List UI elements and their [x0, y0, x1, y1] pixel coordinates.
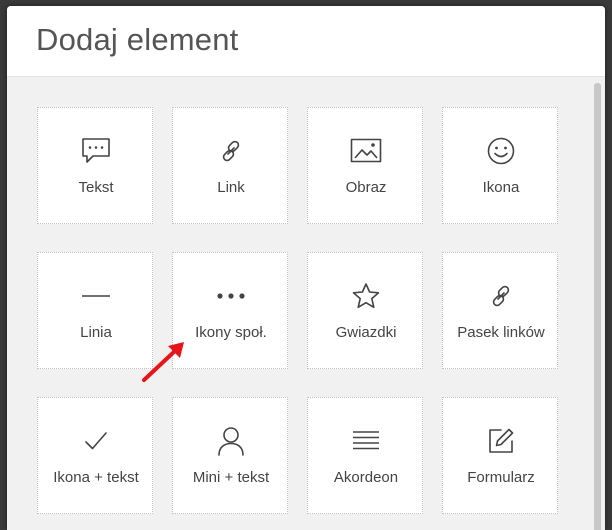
- element-tile-ikona[interactable]: Ikona: [442, 107, 558, 224]
- element-tile-formularz[interactable]: Formularz: [442, 397, 558, 514]
- chat-bubble-icon: [38, 136, 154, 166]
- edit-form-icon: [443, 426, 559, 456]
- element-tile-obraz[interactable]: Obraz: [307, 107, 423, 224]
- annotation-arrow-icon: [142, 342, 184, 382]
- element-tile-tekst[interactable]: Tekst: [37, 107, 153, 224]
- element-label: Obraz: [345, 179, 387, 196]
- scrollbar-thumb[interactable]: [594, 83, 601, 530]
- element-label: Ikony społ.: [195, 324, 267, 341]
- user-icon: [173, 426, 289, 456]
- list-lines-icon: [308, 426, 424, 456]
- image-icon: [308, 136, 424, 166]
- add-element-dialog: Dodaj element Tekst Link Obraz Ikona Lin…: [7, 6, 605, 530]
- element-label: Link: [217, 179, 245, 196]
- element-label: Ikona + tekst: [53, 469, 139, 486]
- element-label: Pasek linków: [457, 324, 545, 341]
- smiley-icon: [443, 136, 559, 166]
- element-tile-pasek-linkow[interactable]: Pasek linków: [442, 252, 558, 369]
- element-tile-ikona-tekst[interactable]: Ikona + tekst: [37, 397, 153, 514]
- dialog-title: Dodaj element: [36, 22, 239, 57]
- element-tile-gwiazdki[interactable]: Gwiazdki: [307, 252, 423, 369]
- dialog-scrollbar[interactable]: [594, 83, 601, 530]
- element-tile-akordeon[interactable]: Akordeon: [307, 397, 423, 514]
- element-label: Tekst: [78, 179, 114, 196]
- checkmark-icon: [38, 426, 154, 456]
- link-icon: [443, 281, 559, 311]
- element-tile-link[interactable]: Link: [172, 107, 288, 224]
- element-label: Akordeon: [333, 469, 399, 486]
- element-label: Mini + tekst: [192, 469, 270, 486]
- element-label: Linia: [80, 324, 112, 341]
- star-icon: [308, 281, 424, 311]
- dots-icon: [173, 281, 289, 311]
- element-label: Ikona: [482, 179, 520, 196]
- horizontal-line-icon: [38, 281, 154, 311]
- link-icon: [173, 136, 289, 166]
- dialog-header: Dodaj element: [7, 6, 605, 77]
- element-tile-mini-tekst[interactable]: Mini + tekst: [172, 397, 288, 514]
- element-tile-linia[interactable]: Linia: [37, 252, 153, 369]
- element-label: Formularz: [467, 469, 535, 486]
- element-label: Gwiazdki: [335, 324, 397, 341]
